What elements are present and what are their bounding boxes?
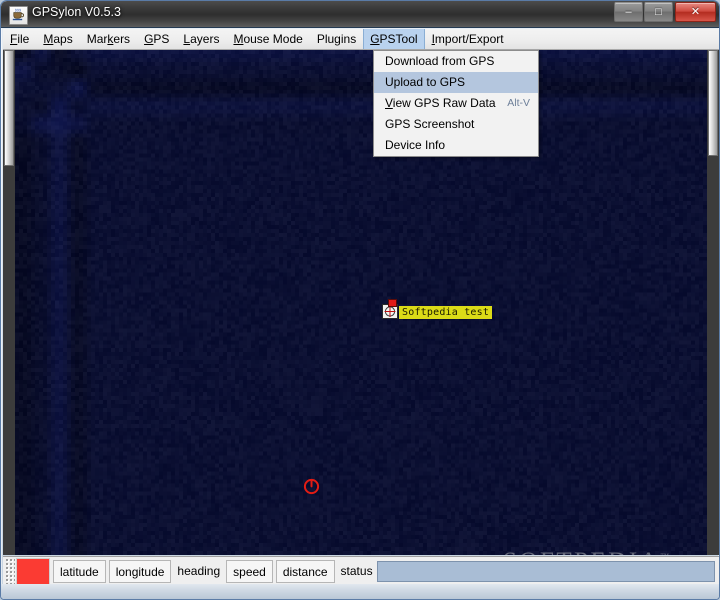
menu-file[interactable]: File	[3, 29, 36, 49]
status-field-speed[interactable]: speed	[226, 560, 273, 583]
status-field-distance[interactable]: distance	[275, 560, 335, 583]
status-progress-bar	[376, 561, 715, 582]
menu-item-label: GPS	[144, 32, 170, 46]
maximize-button[interactable]: □	[644, 2, 673, 22]
menu-option-device-info[interactable]: Device Info	[374, 135, 538, 156]
status-field-heading[interactable]: heading	[174, 560, 223, 583]
menu-markers[interactable]: Markers	[80, 29, 137, 49]
menu-option-label: GPS Screenshot	[385, 117, 475, 131]
scrollbar-thumb-left[interactable]	[4, 50, 14, 166]
menu-bar: File Maps Markers GPS Layers Mouse Mode Plugin…	[3, 29, 719, 50]
menu-option-gps-screenshot[interactable]: GPS Screenshot	[374, 114, 538, 135]
menu-item-label: File	[10, 32, 30, 46]
menu-item-label: Maps	[43, 32, 73, 46]
menu-item-label: Mouse Mode	[233, 32, 303, 46]
application-window: GPSylon V0.5.3 – □ ✕ File Maps Markers GPS L…	[0, 0, 720, 600]
menu-layers[interactable]: Layers	[176, 29, 226, 49]
menu-mouse-mode[interactable]: Mouse Mode	[226, 29, 309, 49]
status-field-latitude[interactable]: latitude	[53, 560, 106, 583]
map-satellite-image[interactable]	[3, 50, 719, 555]
map-marker-icon[interactable]	[382, 299, 399, 319]
status-field-status[interactable]: status	[338, 560, 376, 583]
menu-option-upload-to-gps[interactable]: Upload to GPS	[374, 72, 538, 93]
gpstool-dropdown-menu: Download from GPS Upload to GPS View GPS R…	[373, 50, 539, 157]
title-bar[interactable]: GPSylon V0.5.3 – □ ✕	[1, 1, 719, 28]
close-icon: ✕	[690, 6, 701, 18]
menu-item-label: GPSTool	[370, 32, 418, 46]
scrollbar-thumb-right[interactable]	[708, 50, 718, 156]
menu-option-accelerator: Alt-V	[507, 97, 530, 109]
map-scrollbar-vertical-left[interactable]	[3, 50, 15, 555]
minimize-button[interactable]: –	[614, 2, 643, 22]
marker-flag-icon	[388, 299, 397, 307]
menu-item-label: Import/Export	[431, 32, 504, 46]
maximize-icon: □	[655, 6, 662, 18]
menu-option-label: View GPS Raw Data	[385, 96, 496, 110]
menu-option-label: Download from GPS	[385, 54, 495, 68]
menu-gpstool[interactable]: GPSTool	[363, 29, 425, 49]
menu-option-label: Upload to GPS	[385, 75, 466, 89]
status-bar-grip-handle[interactable]	[5, 558, 15, 586]
window-title: GPSylon V0.5.3	[32, 5, 121, 19]
map-scrollbar-vertical-right[interactable]	[707, 50, 719, 555]
status-field-longitude[interactable]: longitude	[108, 560, 172, 583]
status-color-swatch[interactable]	[16, 558, 50, 585]
menu-gps[interactable]: GPS	[137, 29, 176, 49]
menu-option-download-from-gps[interactable]: Download from GPS	[374, 51, 538, 72]
menu-option-view-gps-raw-data[interactable]: View GPS Raw Data Alt-V	[374, 93, 538, 114]
map-marker[interactable]: Softpedia test	[382, 299, 493, 319]
status-bar: latitude longitude heading speed distance sta…	[3, 556, 719, 586]
menu-item-label: Layers	[183, 32, 220, 46]
close-button[interactable]: ✕	[675, 2, 716, 22]
window-bottom-frame	[1, 584, 719, 599]
menu-option-label: Device Info	[385, 138, 446, 152]
minimize-icon: –	[625, 6, 632, 18]
map-marker-label: Softpedia test	[399, 306, 493, 319]
java-coffee-cup-icon	[9, 6, 28, 25]
gps-power-position-icon[interactable]	[303, 478, 320, 495]
menu-plugins[interactable]: Plugins	[310, 29, 363, 49]
menu-maps[interactable]: Maps	[36, 29, 79, 49]
menu-item-label: Markers	[86, 32, 131, 46]
menu-import-export[interactable]: Import/Export	[425, 29, 511, 49]
menu-item-label: Plugins	[316, 32, 357, 46]
map-view[interactable]: Softpedia test SOFTPEDIA™ www.softpedia.…	[3, 50, 719, 555]
